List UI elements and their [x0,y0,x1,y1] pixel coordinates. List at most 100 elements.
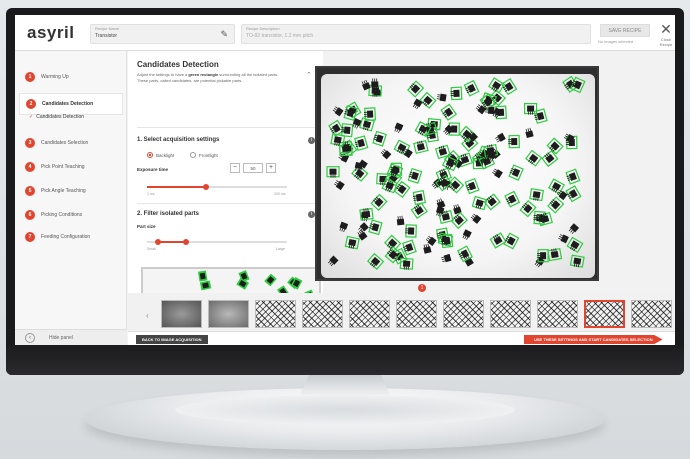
step-label: Feeding Configuration [41,234,91,240]
chevron-up-icon[interactable]: ⌃ [306,71,312,79]
tray-part [341,123,354,138]
asyril-logo: asyril [27,23,74,43]
section-acquisition-title: 1. Select acquisition settings [137,137,220,143]
recipe-description-label: Recipe Description [246,26,280,31]
recipe-name-label: Recipe Name [95,26,120,31]
step-number-badge: 6 [25,210,35,220]
exposure-value[interactable]: 50 [243,163,263,173]
tray-part [380,149,392,160]
radio-backlight[interactable]: Backlight [147,152,174,158]
sidebar-step-candidates-selection[interactable]: 3 Candidates Selection [25,137,88,149]
radio-dot-icon [147,152,153,158]
divider [137,203,315,204]
step-label: Warming Up [41,74,69,80]
tray-part [419,91,437,109]
step-number-badge: 2 [26,99,36,109]
exposure-min-label: 1 ms [147,192,155,196]
sidebar-step-picking-conditions[interactable]: 6 Picking Conditions [25,209,82,221]
part-size-slider[interactable] [147,239,287,245]
start-candidates-selection-button[interactable]: USE THESE SETTINGS AND START CANDIDATES … [524,335,663,344]
tray-part [441,253,452,263]
tray-part [547,247,563,262]
step-label: Pick Angle Teaching [41,188,86,194]
image-thumbnail[interactable] [396,300,437,328]
recipe-name-value: Transistor [95,33,118,39]
close-recipe-button[interactable]: ✕ Close Recipe [657,21,675,47]
part-max-label: Large [276,247,285,251]
tray-part [525,127,534,139]
tray-part [569,254,585,268]
exposure-slider-knob[interactable] [202,184,209,190]
tray-part [504,190,521,208]
tray-part [363,107,377,121]
info-icon[interactable]: i [308,137,315,144]
desc-text-2: surrounding all the isolated parts. [218,72,279,77]
image-thumbnail[interactable] [349,300,390,328]
sidebar-step-candidates-detection[interactable]: 2 Candidates Detection [19,93,123,115]
save-recipe-button[interactable]: SAVE RECIPE [600,24,650,37]
logo-text: asyril [27,23,75,42]
recipe-description-field[interactable]: Recipe Description TO-92 transistor, 1.2… [241,24,591,44]
tray-part [384,234,402,252]
monitor-stand-neck [300,375,390,395]
image-thumbnail[interactable] [584,300,625,328]
tray-part [463,79,480,97]
exposure-slider[interactable] [147,184,287,190]
hide-panel-label: Hide panel [49,335,73,341]
tray-part [565,185,582,203]
exposure-slider-fill [147,186,206,188]
step-number-badge: 1 [25,72,35,82]
sidebar-step-pick-point[interactable]: 4 Pick Point Teaching [25,161,85,173]
tray-part [339,221,349,233]
sidebar-step-feeding-configuration[interactable]: 7 Feeding Configuration [25,231,90,243]
app-screen: asyril Recipe Name Transistor ✎ Recipe D… [15,15,675,345]
tray-part [372,130,387,147]
sidebar-substep[interactable]: ✓ Candidates Detection [29,114,84,120]
settings-panel: Candidates Detection Adjust the settings… [128,51,323,327]
tray-part [495,132,506,143]
tray-part [368,219,383,236]
exposure-label: Exposure time [137,167,169,172]
part-size-min-knob[interactable] [155,239,162,245]
plus-icon[interactable]: + [266,163,276,173]
desc-text-3: These parts, called candidates, are pote… [137,78,243,83]
image-thumbnail[interactable] [302,300,343,328]
image-thumbnail[interactable] [161,300,202,328]
part-size-max-knob[interactable] [183,239,190,245]
radio-frontlight[interactable]: Frontlight [190,152,218,158]
tray-part [546,137,564,155]
divider [137,127,315,128]
exposure-max-label: 200 ms [274,192,286,196]
sidebar-step-pick-angle[interactable]: 5 Pick Angle Teaching [25,185,86,197]
tray-part [565,168,581,185]
tray-part [440,103,458,121]
panel-title: Candidates Detection [137,60,219,69]
tray-part [547,196,565,214]
step-label: Candidates Detection [42,101,94,107]
tray-part [332,106,344,117]
hide-panel-button[interactable]: ‹ Hide panel [15,329,127,345]
image-thumbnail[interactable] [208,300,249,328]
image-thumbnail[interactable] [443,300,484,328]
recipe-name-field[interactable]: Recipe Name Transistor ✎ [90,24,235,44]
image-thumbnail[interactable] [490,300,531,328]
tray-parts-image [326,75,586,270]
tray-part [413,139,429,155]
info-icon[interactable]: i [308,211,315,218]
camera-image-viewer[interactable] [315,66,599,281]
sidebar-step-warming-up[interactable]: 1 Warming Up [25,71,69,83]
selected-image-marker: 1 [418,284,426,292]
radio-dot-icon [190,152,196,158]
tray-part [558,234,569,244]
no-image-note: No images selected [598,39,634,44]
image-thumbnail[interactable] [255,300,296,328]
desc-bold: green rectangle [188,72,219,77]
chevron-left-icon[interactable]: ‹ [146,311,149,320]
steps-sidebar: 1 Warming Up 2 Candidates Detection ✓ Can… [15,51,127,329]
back-to-image-acquisition-button[interactable]: BACK TO IMAGE ACQUISITION [136,335,208,344]
minus-icon[interactable]: − [230,163,240,173]
image-thumbnail[interactable] [537,300,578,328]
image-thumbnail[interactable] [631,300,672,328]
edit-pencil-icon[interactable]: ✎ [220,29,228,40]
exposure-stepper[interactable]: − 50 + [230,163,276,173]
